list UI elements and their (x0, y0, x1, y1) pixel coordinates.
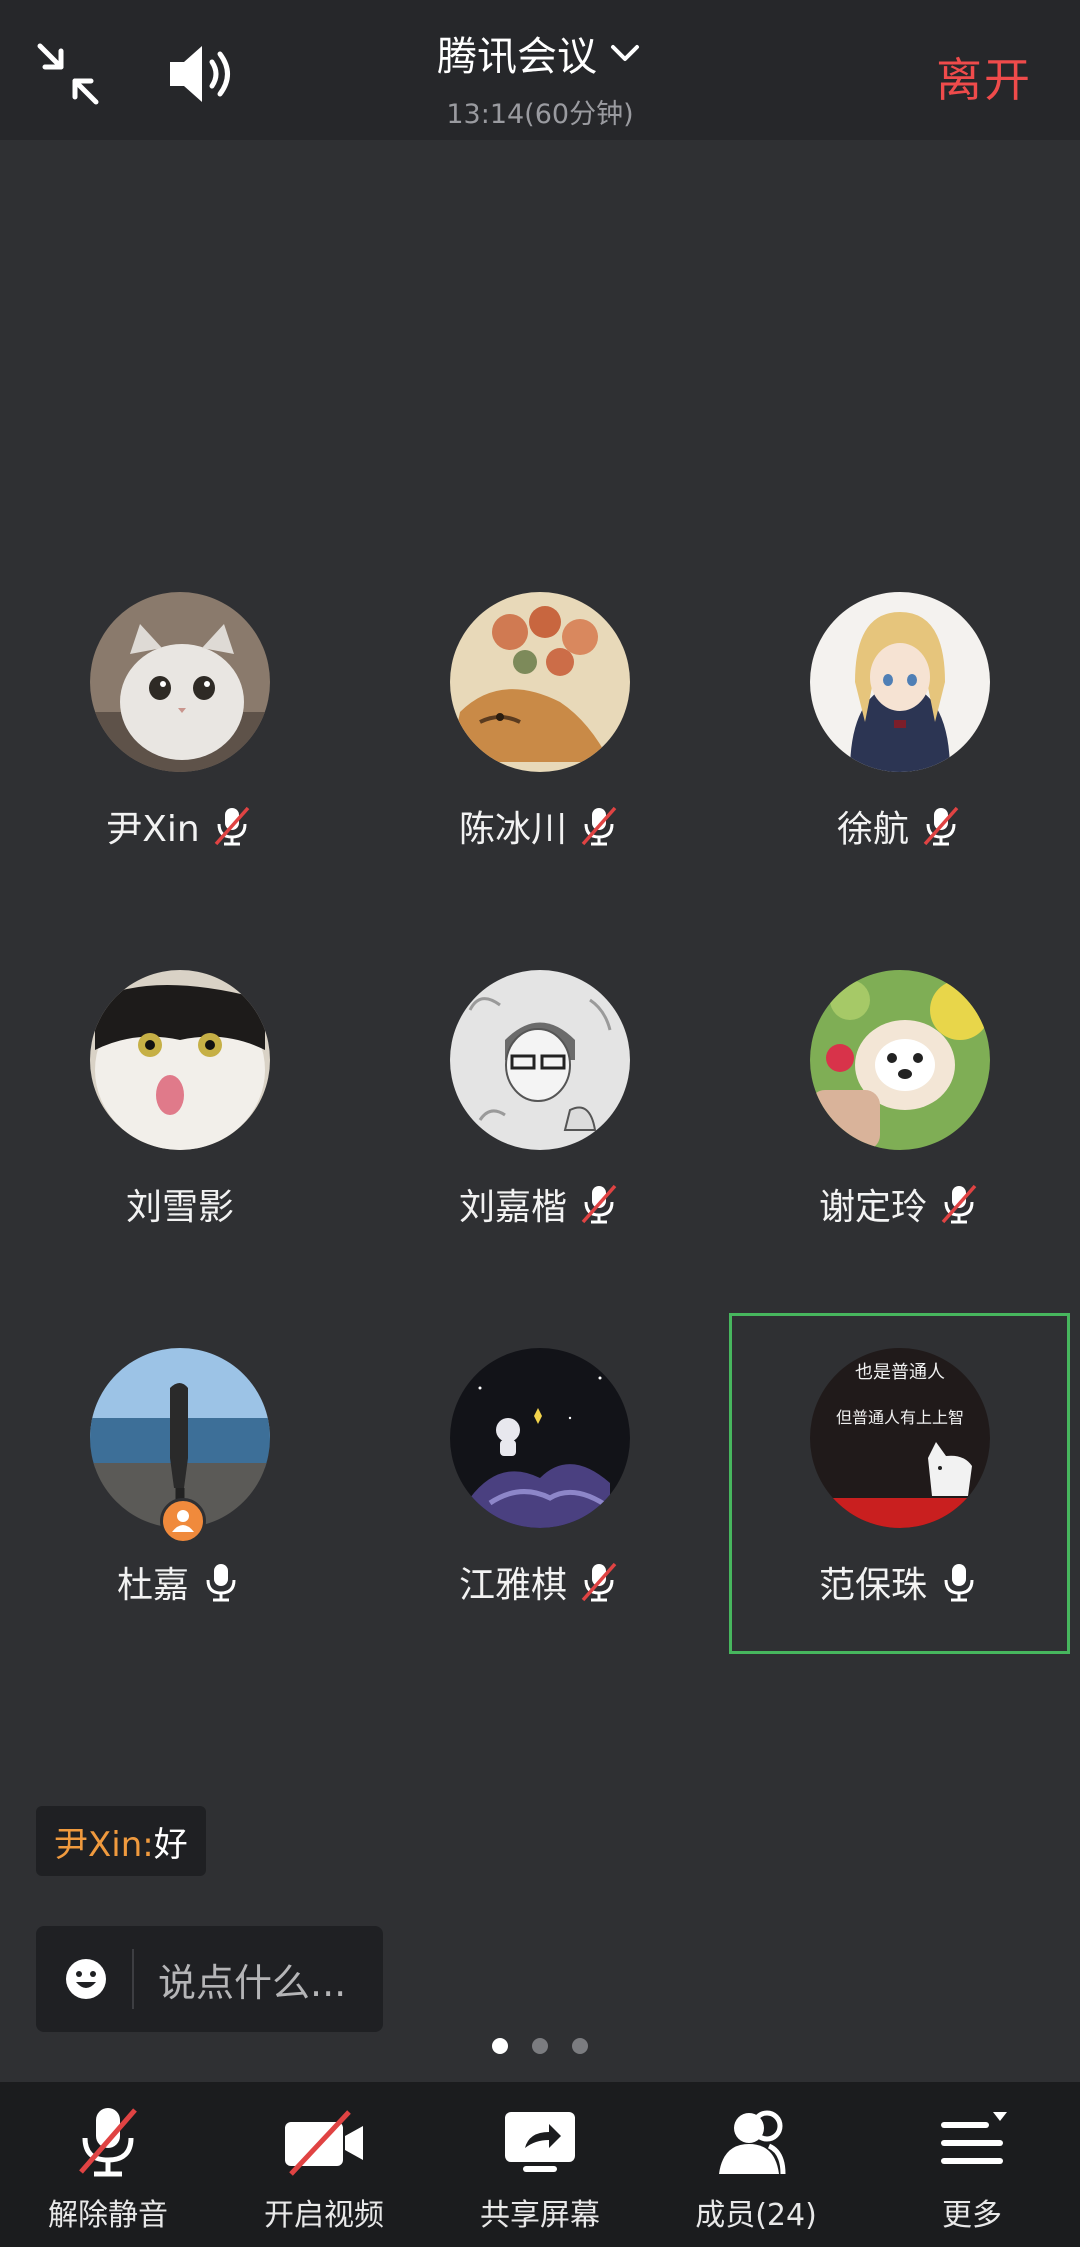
avatar (90, 970, 270, 1150)
page-dot-active[interactable] (492, 2038, 508, 2054)
avatar (810, 970, 990, 1150)
participant-tile[interactable]: 江雅棋 (360, 1348, 720, 1688)
share-screen-label: 共享屏幕 (480, 2198, 600, 2233)
participant-name-row: 尹Xin (0, 800, 360, 852)
members-label: 成员(24) (695, 2198, 817, 2233)
participant-name-row: 江雅棋 (360, 1556, 720, 1608)
svg-text:但普通人有上上智: 但普通人有上上智 (836, 1408, 964, 1427)
start-video-button[interactable]: 开启视频 (216, 2082, 432, 2247)
chat-input[interactable]: 说点什么... (36, 1926, 383, 2032)
mic-muted-icon (63, 2104, 153, 2182)
avatar: 也是普通人 但普通人有上上智 (810, 1348, 990, 1528)
avatar (90, 592, 270, 772)
participant-name: 范保珠 (818, 1565, 927, 1606)
participant-name: 江雅棋 (458, 1565, 567, 1606)
chat-input-placeholder[interactable]: 说点什么... (158, 1952, 346, 2007)
page-dot[interactable] (532, 2038, 548, 2054)
share-screen-button[interactable]: 共享屏幕 (432, 2082, 648, 2247)
mic-muted-icon (210, 804, 254, 848)
svg-text:也是普通人: 也是普通人 (855, 1362, 945, 1383)
participant-name: 谢定玲 (818, 1187, 927, 1228)
top-bar: 腾讯会议 13:14(60分钟) 离开 (0, 0, 1080, 140)
more-icon (927, 2104, 1017, 2182)
participant-name: 陈冰川 (458, 809, 567, 850)
participant-tile[interactable]: 杜嘉 (0, 1348, 360, 1688)
speaker-badge (160, 1498, 206, 1544)
mic-muted-icon (577, 1182, 621, 1226)
unmute-label: 解除静音 (48, 2198, 168, 2233)
avatar (450, 970, 630, 1150)
share-screen-icon (495, 2104, 585, 2182)
participant-tile[interactable]: 也是普通人 但普通人有上上智 范保珠 (720, 1348, 1080, 1688)
participant-name: 徐航 (836, 809, 909, 850)
participant-tile[interactable]: 尹Xin (0, 592, 360, 932)
participant-name-row: 刘嘉楷 (360, 1178, 720, 1230)
bottom-toolbar: 解除静音 开启视频 共享屏幕 成员(24) 更多 (0, 2082, 1080, 2247)
mic-muted-icon (919, 804, 963, 848)
input-divider (132, 1949, 134, 2009)
mic-muted-icon (577, 1560, 621, 1604)
participant-tile[interactable]: 刘嘉楷 (360, 970, 720, 1310)
participant-name: 刘嘉楷 (458, 1187, 567, 1228)
meeting-title[interactable]: 腾讯会议 (437, 24, 597, 82)
mic-muted-icon (577, 804, 621, 848)
meeting-title-block[interactable]: 腾讯会议 13:14(60分钟) (0, 24, 1080, 131)
leave-button[interactable]: 离开 (936, 44, 1032, 110)
participant-name-row: 杜嘉 (0, 1556, 360, 1608)
emoji-icon[interactable] (64, 1957, 108, 2001)
avatar (450, 1348, 630, 1528)
chevron-down-icon[interactable] (607, 35, 643, 71)
participant-name-row: 刘雪影 (0, 1178, 360, 1230)
camera-off-icon (279, 2104, 369, 2182)
participant-name: 刘雪影 (125, 1187, 234, 1228)
mic-icon (199, 1560, 243, 1604)
members-button[interactable]: 成员(24) (648, 2082, 864, 2247)
participant-tile[interactable]: 徐航 (720, 592, 1080, 932)
avatar (450, 592, 630, 772)
members-icon (711, 2104, 801, 2182)
participant-name-row: 范保珠 (720, 1556, 1080, 1608)
chat-message: 尹Xin: 好 (36, 1806, 206, 1876)
participant-tile[interactable]: 谢定玲 (720, 970, 1080, 1310)
mic-icon (937, 1560, 981, 1604)
chat-author: 尹Xin: (54, 1824, 154, 1865)
mic-muted-icon (937, 1182, 981, 1226)
avatar (810, 592, 990, 772)
more-button[interactable]: 更多 (864, 2082, 1080, 2247)
start-video-label: 开启视频 (264, 2198, 384, 2233)
page-dot[interactable] (572, 2038, 588, 2054)
participant-name-row: 谢定玲 (720, 1178, 1080, 1230)
participant-name-row: 徐航 (720, 800, 1080, 852)
chat-text: 好 (153, 1824, 188, 1865)
unmute-button[interactable]: 解除静音 (0, 2082, 216, 2247)
participant-name: 尹Xin (106, 809, 200, 850)
page-indicator (0, 2038, 1080, 2054)
participant-tile[interactable]: 刘雪影 (0, 970, 360, 1310)
participant-name-row: 陈冰川 (360, 800, 720, 852)
meeting-duration: 13:14(60分钟) (446, 99, 634, 130)
participant-tile[interactable]: 陈冰川 (360, 592, 720, 932)
more-label: 更多 (942, 2198, 1002, 2233)
participant-name: 杜嘉 (116, 1565, 189, 1606)
